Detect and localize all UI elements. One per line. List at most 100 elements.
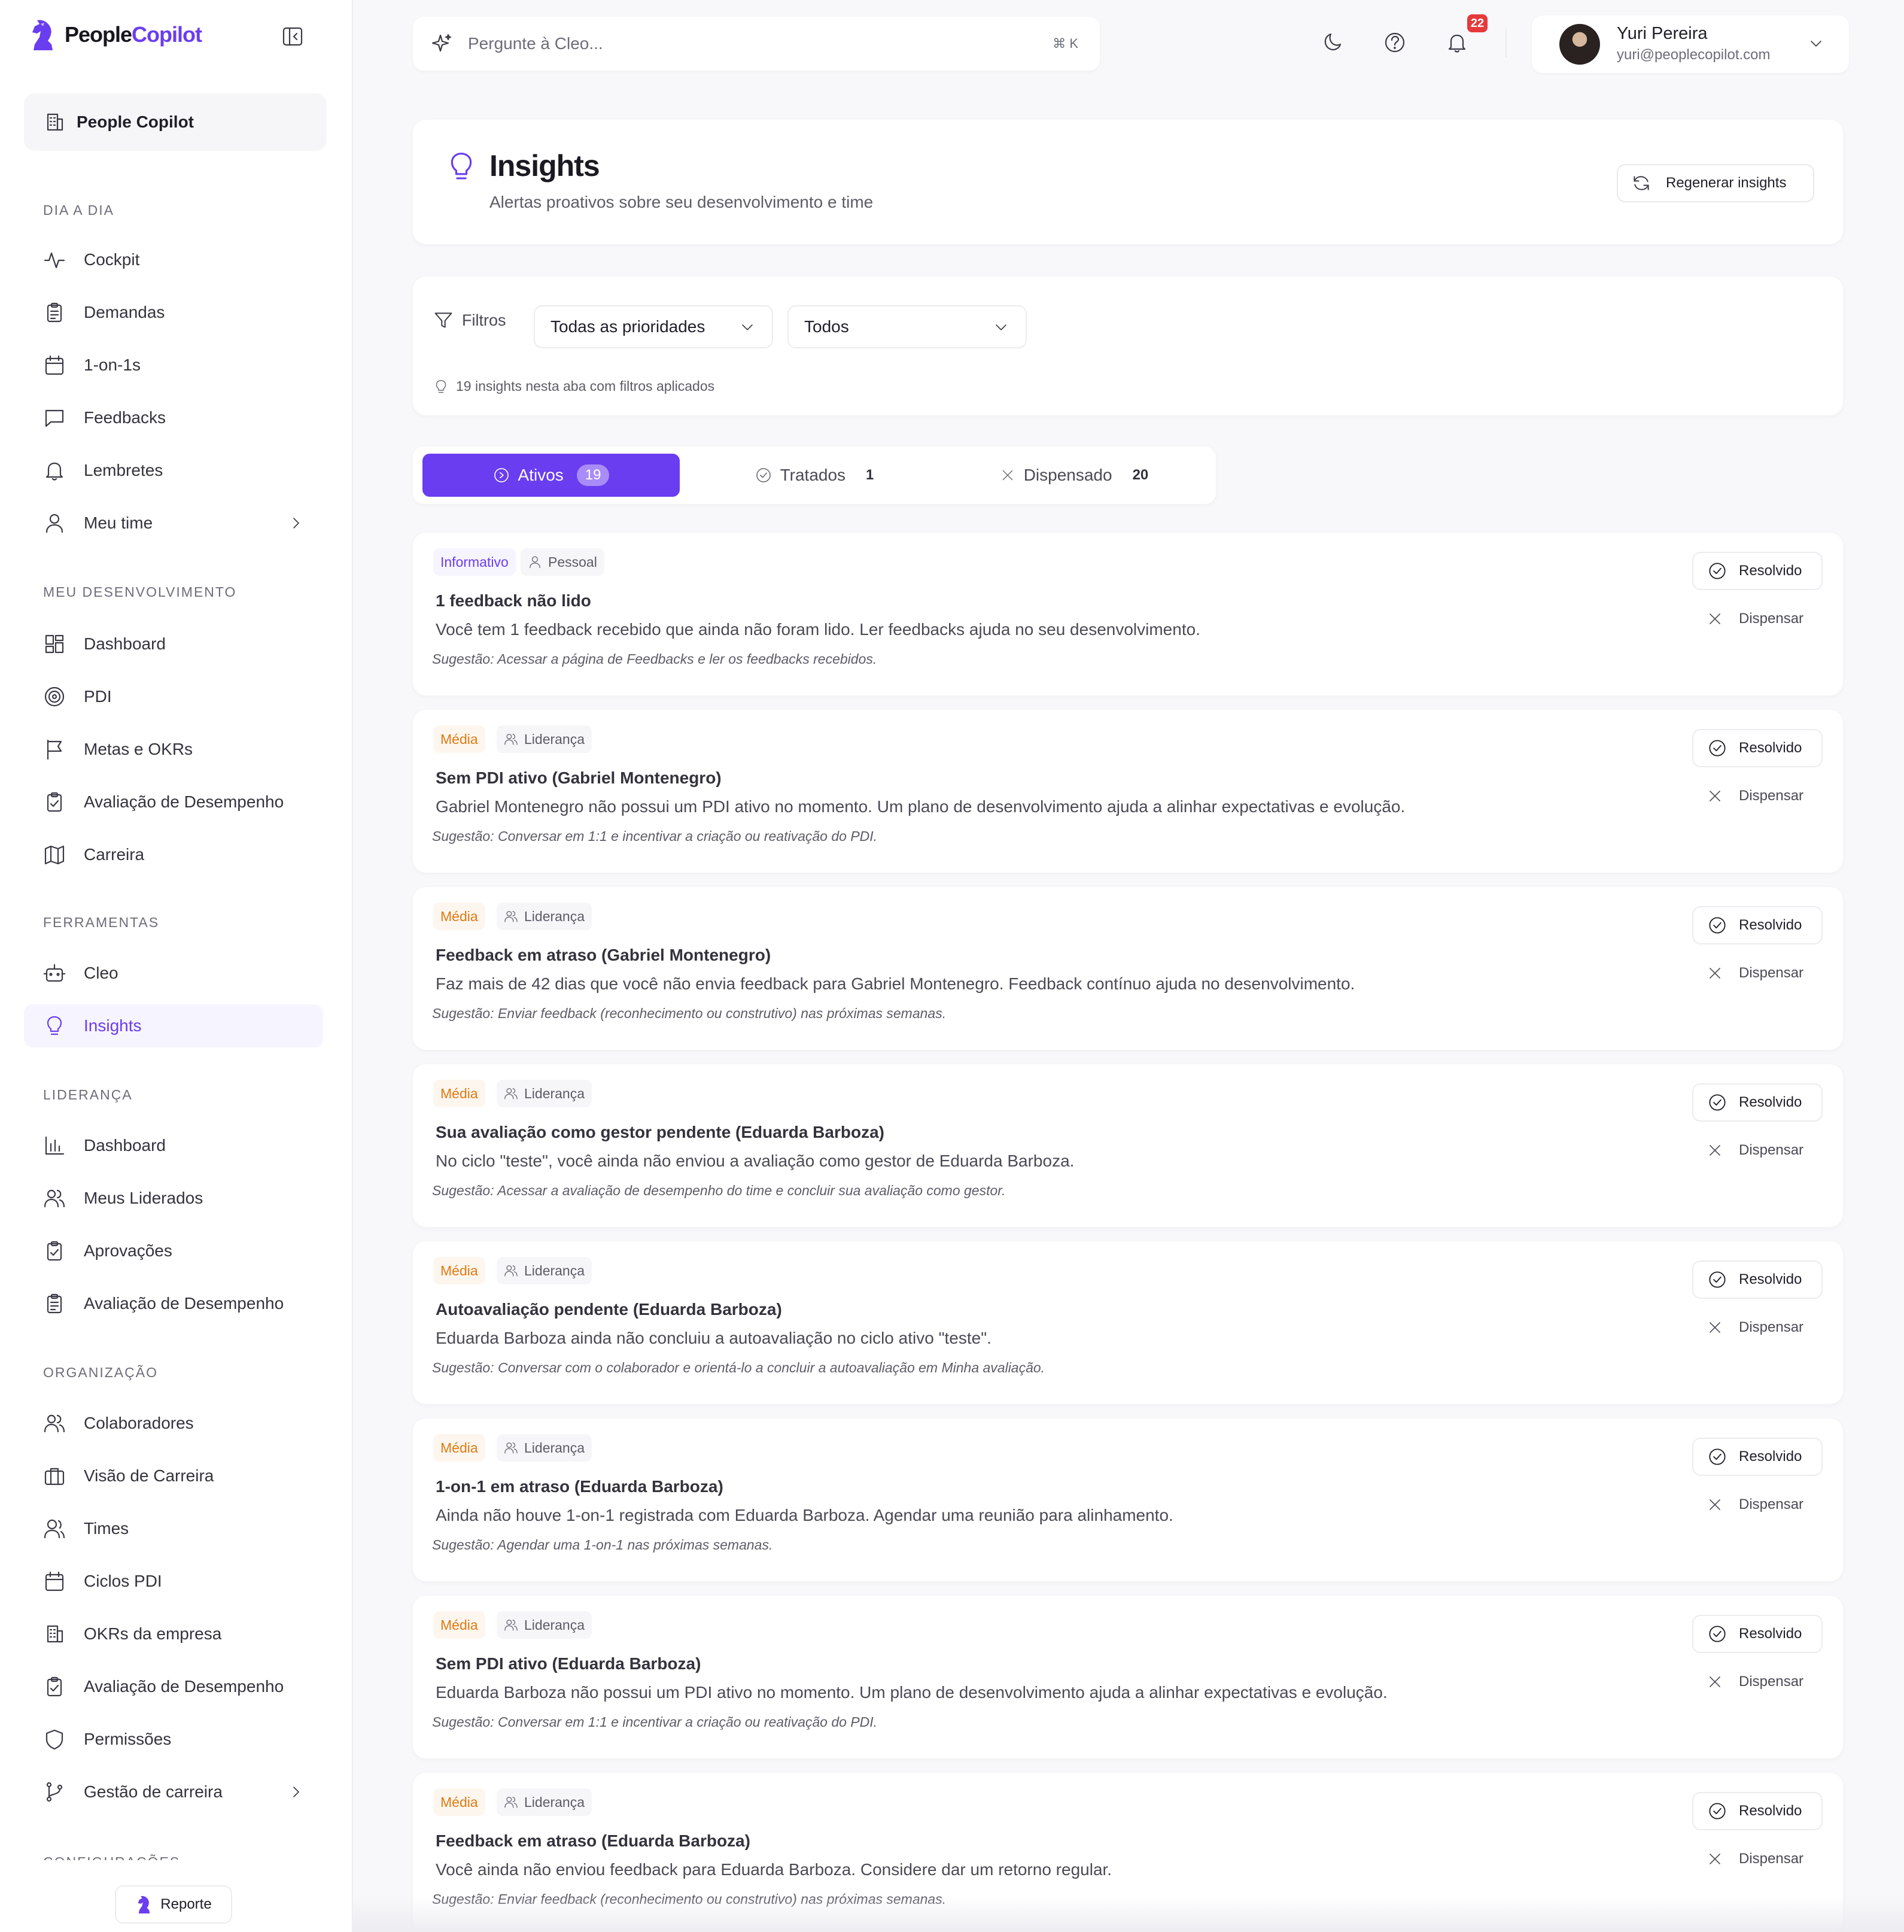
check-circle-icon — [1709, 1626, 1726, 1642]
regenerate-insights-button[interactable]: Regenerar insights — [1617, 164, 1814, 202]
sidebar-item-label: Dashboard — [84, 634, 166, 653]
tab-dispensado[interactable]: Dispensado 20 — [945, 454, 1203, 497]
sidebar-item-visao-carreira[interactable]: Visão de Carreira — [24, 1454, 323, 1497]
resolve-button[interactable]: Resolvido — [1692, 906, 1823, 944]
sidebar-item-feedbacks[interactable]: Feedbacks — [24, 396, 323, 439]
x-icon — [1710, 1322, 1720, 1333]
sidebar-item-carreira[interactable]: Carreira — [24, 833, 323, 876]
chevron-right-icon — [293, 518, 299, 528]
brand-name-part2: Copilot — [132, 22, 202, 47]
priority-tag-label: Informativo — [440, 554, 509, 570]
resolve-button[interactable]: Resolvido — [1692, 1792, 1823, 1830]
priority-select-value: Todas as prioridades — [550, 317, 705, 336]
notifications-badge: 22 — [1467, 14, 1488, 32]
building-icon — [47, 113, 63, 131]
tab-ativos[interactable]: Ativos 19 — [422, 454, 680, 497]
sidebar-item-lideranca-dashboard[interactable]: Dashboard — [24, 1124, 323, 1167]
category-tag: Liderança — [497, 1257, 592, 1284]
sidebar-item-cleo[interactable]: Cleo — [24, 952, 323, 995]
notifications-button[interactable] — [1446, 31, 1468, 54]
org-switcher[interactable]: People Copilot — [24, 93, 327, 151]
tab-count: 19 — [576, 464, 610, 486]
x-icon — [1002, 470, 1012, 481]
sidebar-item-demandas[interactable]: Demandas — [24, 291, 323, 334]
dismiss-button[interactable]: Dispensar — [1692, 954, 1823, 992]
sidebar-item-1-on-1s[interactable]: 1-on-1s — [24, 344, 323, 387]
resolve-button[interactable]: Resolvido — [1692, 1438, 1823, 1476]
resolve-button[interactable]: Resolvido — [1692, 729, 1823, 767]
collapse-sidebar-button[interactable] — [281, 25, 304, 48]
resolve-button[interactable]: Resolvido — [1692, 1260, 1823, 1299]
sidebar-item-permissoes[interactable]: Permissões — [24, 1718, 323, 1761]
insight-description: No ciclo "teste", você ainda não enviou … — [436, 1152, 1075, 1170]
insight-tabs: Ativos 19 Tratados 1 Dispensado 20 — [413, 446, 1216, 504]
tab-count: 20 — [1132, 467, 1149, 483]
sidebar-item-aprovacoes[interactable]: Aprovações — [24, 1229, 323, 1272]
sidebar-item-label: Insights — [84, 1016, 142, 1035]
dismiss-label: Dispensar — [1739, 1142, 1804, 1158]
sidebar-item-pdi[interactable]: PDI — [24, 675, 323, 718]
bot-icon — [43, 964, 66, 982]
sidebar-item-avaliacao-desempenho[interactable]: Avaliação de Desempenho — [24, 780, 323, 824]
sidebar-item-ciclos-pdi[interactable]: Ciclos PDI — [24, 1560, 323, 1603]
chevron-down-icon — [742, 324, 753, 330]
sidebar-item-dashboard[interactable]: Dashboard — [24, 622, 323, 666]
sparkles-icon — [431, 34, 452, 52]
resolve-label: Resolvido — [1739, 917, 1802, 933]
sidebar-item-org-avaliacao[interactable]: Avaliação de Desempenho — [24, 1665, 323, 1708]
sidebar-item-gestao-carreira[interactable]: Gestão de carreira — [24, 1770, 323, 1813]
dismiss-button[interactable]: Dispensar — [1692, 1840, 1823, 1878]
insight-suggestion: Sugestão: Agendar uma 1-on-1 nas próxima… — [432, 1537, 773, 1553]
resolve-button[interactable]: Resolvido — [1692, 1083, 1823, 1122]
activity-icon — [44, 252, 65, 269]
resolve-button[interactable]: Resolvido — [1692, 1615, 1823, 1653]
clock-circle-icon — [494, 468, 509, 482]
brand-logo[interactable]: PeopleCopilot — [28, 17, 202, 53]
x-icon — [1710, 968, 1720, 979]
dismiss-button[interactable]: Dispensar — [1692, 777, 1823, 815]
sidebar-item-meu-time[interactable]: Meu time — [24, 502, 323, 545]
dismiss-button[interactable]: Dispensar — [1692, 1308, 1823, 1347]
bell-icon — [45, 462, 63, 481]
sidebar-item-lideranca-avaliacao[interactable]: Avaliação de Desempenho — [24, 1282, 323, 1325]
sidebar-item-times[interactable]: Times — [24, 1507, 323, 1550]
dismiss-button[interactable]: Dispensar — [1692, 1663, 1823, 1701]
insight-suggestion: Sugestão: Conversar em 1:1 e incentivar … — [432, 828, 878, 844]
dismiss-button[interactable]: Dispensar — [1692, 1131, 1823, 1169]
sidebar-item-label: Permissões — [84, 1730, 172, 1748]
section-label-lideranca: LIDERANÇA — [43, 1087, 133, 1102]
tab-tratados[interactable]: Tratados 1 — [686, 454, 943, 497]
sidebar-item-meus-liderados[interactable]: Meus Liderados — [24, 1177, 323, 1220]
moon-icon — [1324, 33, 1342, 51]
resolve-label: Resolvido — [1739, 740, 1802, 756]
check-circle-icon — [1709, 740, 1726, 757]
brand-name-part1: People — [65, 22, 132, 47]
sidebar-item-cockpit[interactable]: Cockpit — [24, 238, 323, 281]
user-menu[interactable]: Yuri Pereira yuri@peoplecopilot.com — [1532, 16, 1849, 73]
category-tag-label: Liderança — [524, 1439, 585, 1456]
insight-suggestion: Sugestão: Conversar com o colaborador e … — [432, 1360, 1045, 1375]
priority-select[interactable]: Todas as prioridades — [534, 305, 773, 348]
sidebar-item-okrs-empresa[interactable]: OKRs da empresa — [24, 1612, 323, 1655]
resolve-button[interactable]: Resolvido — [1692, 552, 1823, 590]
users-icon — [504, 1620, 518, 1631]
insight-description: Eduarda Barboza ainda não concluiu a aut… — [436, 1329, 991, 1347]
insight-card-5: Média Liderança Autoavaliação pendente (… — [413, 1241, 1843, 1404]
sidebar-item-colaboradores[interactable]: Colaboradores — [24, 1402, 323, 1445]
insight-description: Você ainda não enviou feedback para Edua… — [436, 1860, 1112, 1879]
users-icon — [504, 1442, 518, 1454]
sidebar-item-insights[interactable]: Insights — [24, 1004, 323, 1047]
sidebar-item-metas-okrs[interactable]: Metas e OKRs — [24, 728, 323, 771]
dismiss-button[interactable]: Dispensar — [1692, 1486, 1823, 1524]
scope-select[interactable]: Todos — [787, 305, 1027, 348]
sidebar-item-label: Times — [84, 1519, 129, 1538]
dismiss-button[interactable]: Dispensar — [1692, 600, 1823, 638]
reporte-button[interactable]: Reporte — [115, 1885, 232, 1924]
theme-toggle-button[interactable] — [1322, 31, 1345, 54]
priority-tag-label: Média — [440, 1439, 478, 1456]
search-input[interactable] — [468, 34, 1006, 53]
sidebar-item-lembretes[interactable]: Lembretes — [24, 449, 323, 492]
sidebar-item-label: Meus Liderados — [84, 1189, 203, 1207]
help-button[interactable] — [1383, 31, 1406, 54]
cleo-search-bar[interactable]: ⌘ K — [413, 17, 1100, 71]
